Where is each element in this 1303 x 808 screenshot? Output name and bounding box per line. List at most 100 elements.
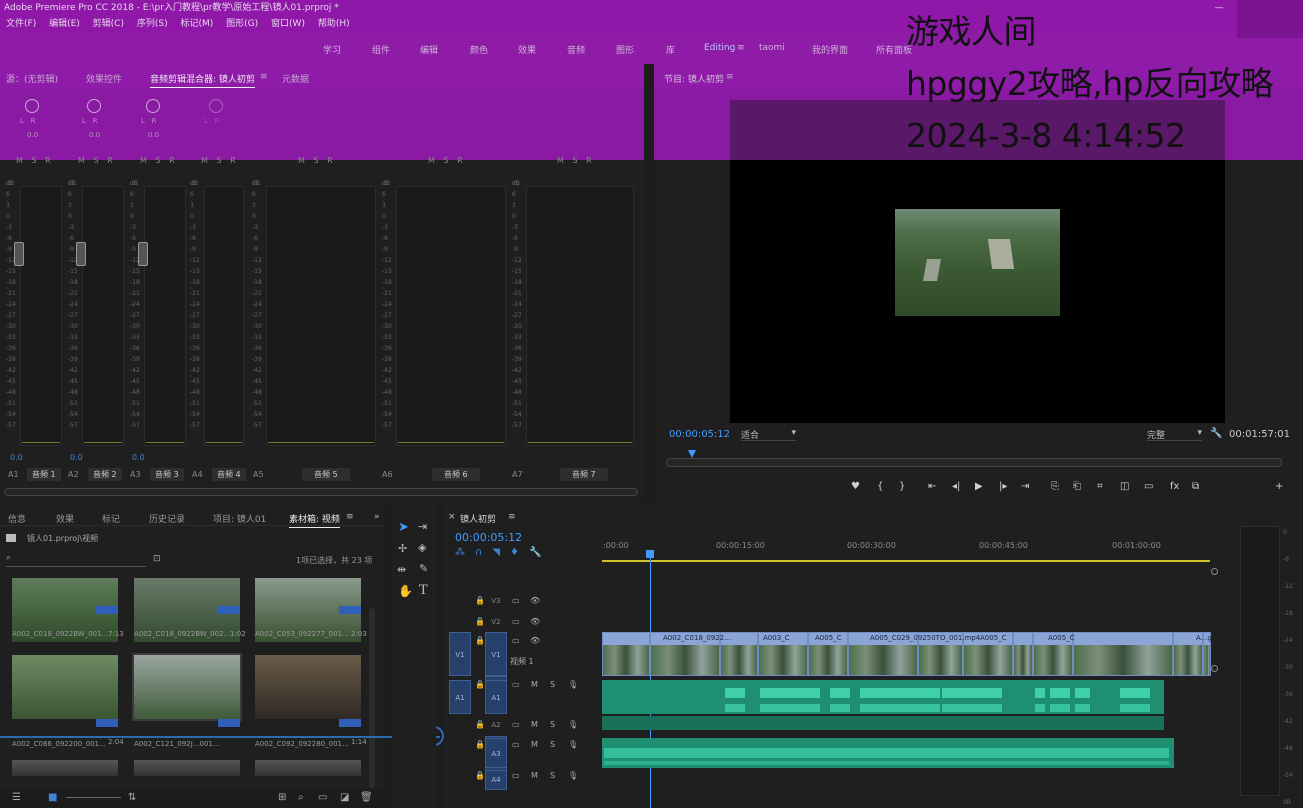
microphone-icon[interactable]: 🎙 bbox=[568, 680, 578, 689]
new-bin-icon[interactable]: ▭ bbox=[318, 792, 327, 803]
transport-control-icon-10[interactable]: ⌗ bbox=[1097, 481, 1103, 492]
tab-project[interactable]: 项目: 镜人01 bbox=[213, 512, 266, 525]
transport-control-icon-1[interactable]: { bbox=[877, 481, 883, 492]
clip-thumbnail[interactable] bbox=[132, 653, 242, 721]
transport-control-icon-5[interactable]: ▶ bbox=[975, 481, 983, 492]
transport-control-icon-14[interactable]: ⧉ bbox=[1192, 481, 1199, 492]
toggle-sync-lock-icon[interactable]: ▭ bbox=[512, 617, 520, 626]
clip-thumbnail[interactable] bbox=[12, 760, 118, 776]
mute-button[interactable]: M bbox=[531, 720, 538, 729]
tab-effect-controls[interactable]: 效果控件 bbox=[86, 72, 122, 85]
pan-knob-a4[interactable] bbox=[209, 99, 223, 113]
slip-tool-icon[interactable]: ⇹ bbox=[397, 563, 406, 576]
workspace-libraries[interactable]: 库 bbox=[666, 43, 675, 56]
track-target-a3-tall[interactable]: A3 bbox=[485, 738, 507, 768]
find-icon[interactable]: ⌕ bbox=[298, 792, 304, 803]
pan-knob-a3[interactable] bbox=[146, 99, 160, 113]
microphone-icon[interactable]: 🎙 bbox=[568, 740, 578, 749]
channel-name-a4[interactable]: 音频 4 bbox=[212, 468, 246, 481]
lock-icon[interactable]: 🔒 bbox=[475, 740, 485, 749]
workspace-effects[interactable]: 效果 bbox=[518, 43, 536, 56]
transport-control-icon-13[interactable]: fx bbox=[1170, 481, 1179, 492]
tab-info[interactable]: 信息 bbox=[8, 512, 26, 525]
razor-tool-icon[interactable]: ◈ bbox=[418, 541, 426, 554]
work-area-bar[interactable] bbox=[602, 560, 1210, 562]
toggle-sync-lock-icon[interactable]: ▭ bbox=[512, 740, 520, 749]
channel-name-a3[interactable]: 音频 3 bbox=[150, 468, 184, 481]
workspace-my[interactable]: 我的界面 bbox=[812, 43, 848, 56]
tab-program[interactable]: 节目: 镜人初剪 bbox=[664, 72, 724, 85]
volume-a3[interactable]: 0.0 bbox=[132, 453, 145, 462]
pan-knob-a2[interactable] bbox=[87, 99, 101, 113]
lock-icon[interactable]: 🔒 bbox=[475, 636, 485, 645]
pen-tool-icon[interactable]: ✎ bbox=[419, 562, 428, 575]
new-item-icon[interactable]: ◪ bbox=[340, 792, 349, 803]
transport-control-icon-15[interactable]: + bbox=[1275, 481, 1283, 492]
mixer-horizontal-scrollbar[interactable] bbox=[4, 488, 638, 496]
channel-name-a6[interactable]: 音频 6 bbox=[432, 468, 480, 481]
program-scrub-bar[interactable] bbox=[666, 458, 1282, 467]
track-select-tool-icon[interactable]: ⇥ bbox=[418, 520, 427, 533]
transport-control-icon-11[interactable]: ◫ bbox=[1120, 481, 1129, 492]
video-clip[interactable] bbox=[1013, 632, 1033, 676]
transport-control-icon-12[interactable]: ▭ bbox=[1144, 481, 1153, 492]
bin-menu-icon[interactable]: ≡ bbox=[346, 512, 354, 522]
timeline-timecode[interactable]: 00:00:05:12 bbox=[455, 531, 522, 544]
type-tool-icon[interactable]: T bbox=[419, 583, 428, 598]
volume-fader-a1[interactable] bbox=[14, 242, 24, 266]
clip-thumbnail[interactable] bbox=[12, 655, 118, 719]
track-target-a1-tall[interactable]: A1 bbox=[485, 680, 507, 714]
solo-button[interactable]: S bbox=[550, 680, 555, 689]
source-patch-v1[interactable]: V1 bbox=[449, 632, 471, 676]
lock-icon[interactable]: 🔒 bbox=[475, 596, 485, 605]
transport-control-icon-6[interactable]: |▸ bbox=[999, 481, 1007, 492]
project-search-input[interactable]: ⌕ bbox=[6, 553, 146, 567]
msr-a7[interactable]: M S R bbox=[557, 156, 595, 165]
toggle-sync-lock-icon[interactable]: ▭ bbox=[512, 596, 520, 605]
channel-name-a2[interactable]: 音频 2 bbox=[88, 468, 122, 481]
menu-graphics[interactable]: 图形(G) bbox=[226, 19, 258, 29]
transport-control-icon-4[interactable]: ◂| bbox=[952, 481, 960, 492]
msr-a1[interactable]: M S R bbox=[16, 156, 54, 165]
menu-window[interactable]: 窗口(W) bbox=[271, 19, 305, 29]
timeline-vscroll-top[interactable] bbox=[1211, 568, 1218, 575]
video-clip[interactable] bbox=[1073, 632, 1173, 676]
workspace-assembly[interactable]: 组件 bbox=[372, 43, 390, 56]
tab-menu-icon[interactable]: ≡ bbox=[260, 72, 268, 82]
transport-control-icon-0[interactable]: ♥ bbox=[851, 481, 860, 492]
transport-control-icon-2[interactable]: } bbox=[899, 481, 905, 492]
volume-fader-a2[interactable] bbox=[76, 242, 86, 266]
menu-help[interactable]: 帮助(H) bbox=[318, 19, 350, 29]
tab-markers[interactable]: 标记 bbox=[102, 512, 120, 525]
channel-name-a7[interactable]: 音频 7 bbox=[560, 468, 608, 481]
volume-fader-a3[interactable] bbox=[138, 242, 148, 266]
workspace-color[interactable]: 颜色 bbox=[470, 43, 488, 56]
toggle-sync-lock-icon[interactable]: ▭ bbox=[512, 720, 520, 729]
workspace-graphics[interactable]: 图形 bbox=[616, 43, 634, 56]
tab-source[interactable]: 源：(无剪辑) bbox=[6, 72, 58, 85]
volume-a1[interactable]: 0.0 bbox=[10, 453, 23, 462]
eye-icon[interactable]: 👁 bbox=[530, 596, 540, 605]
clip-thumbnail[interactable] bbox=[134, 760, 240, 776]
eye-icon[interactable]: 👁 bbox=[530, 636, 540, 645]
program-current-timecode[interactable]: 00:00:05:12 bbox=[669, 429, 730, 440]
timeline-playhead-handle[interactable] bbox=[646, 550, 654, 558]
automate-sequence-icon[interactable]: ⊞ bbox=[278, 792, 286, 803]
transport-control-icon-7[interactable]: ⇥ bbox=[1021, 481, 1029, 492]
msr-a6[interactable]: M S R bbox=[428, 156, 466, 165]
msr-a2[interactable]: M S R bbox=[78, 156, 116, 165]
panel-expand-icon[interactable]: » bbox=[374, 512, 380, 522]
lock-icon[interactable]: 🔒 bbox=[475, 617, 485, 626]
fit-dropdown[interactable]: 适合 ▾ bbox=[741, 428, 796, 441]
msr-a4[interactable]: M S R bbox=[201, 156, 239, 165]
timeline-close-icon[interactable]: × bbox=[448, 512, 456, 522]
channel-name-a5[interactable]: 音频 5 bbox=[302, 468, 350, 481]
menu-marker[interactable]: 标记(M) bbox=[180, 19, 213, 29]
toggle-sync-lock-icon[interactable]: ▭ bbox=[512, 636, 520, 645]
quality-dropdown[interactable]: 完整 ▾ bbox=[1147, 428, 1202, 441]
ripple-edit-tool-icon[interactable]: ✢ bbox=[398, 542, 407, 555]
lock-icon[interactable]: 🔒 bbox=[475, 680, 485, 689]
workspace-editing-custom[interactable]: Editing bbox=[704, 43, 735, 53]
msr-a3[interactable]: M S R bbox=[140, 156, 178, 165]
clip-thumbnail[interactable] bbox=[255, 760, 361, 776]
